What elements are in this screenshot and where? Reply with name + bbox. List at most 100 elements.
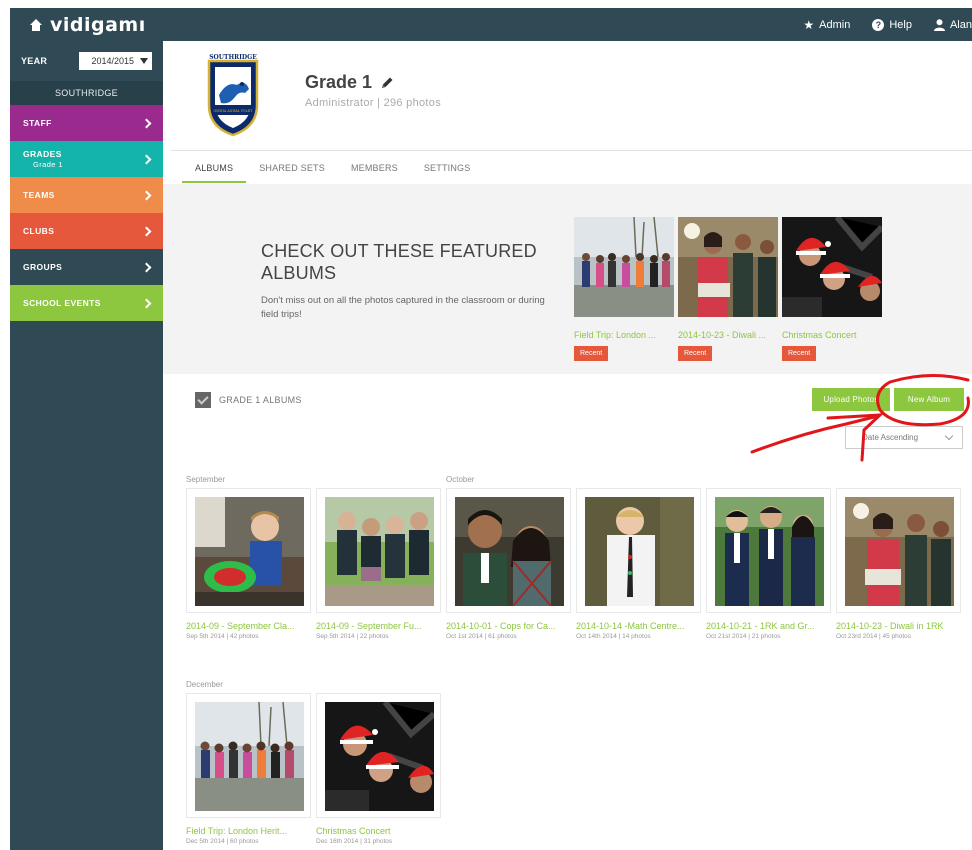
school-crest-logo: OMNIA ANIMA VOLET SOUTHRIDGE	[207, 54, 259, 137]
tab-bar: ALBUMS SHARED SETS MEMBERS SETTINGS	[182, 158, 483, 183]
album-card[interactable]: Field Trip: London Herit... Dec 5th 2014…	[186, 693, 311, 845]
album-card[interactable]: 2014-10-01 - Cops for Ca... Oct 1st 2014…	[446, 488, 571, 640]
album-thumbnail[interactable]	[325, 700, 436, 811]
sidebar-item-sublabel: Grade 1	[33, 160, 63, 169]
featured-thumbnail[interactable]	[782, 215, 885, 317]
sidebar-item-school-events[interactable]: SCHOOL EVENTS	[10, 285, 163, 321]
album-thumbnail[interactable]	[195, 701, 304, 811]
album-meta: Dec 5th 2014 | 60 photos	[186, 838, 259, 845]
sidebar-item-label-group: GRADES Grade 1	[23, 149, 63, 169]
chevron-right-icon	[141, 118, 152, 128]
tab-members[interactable]: MEMBERS	[338, 158, 411, 183]
album-meta: Sep 5th 2014 | 42 photos	[186, 633, 259, 640]
album-card[interactable]: 2014-10-14 -Math Centre... Oct 14th 2014…	[576, 488, 701, 640]
select-all-checkbox[interactable]	[195, 392, 211, 408]
album-frame[interactable]	[186, 693, 311, 818]
featured-thumbnail[interactable]	[678, 217, 778, 317]
brand[interactable]: vidigamı	[30, 14, 146, 36]
year-select[interactable]: 2014/2015	[79, 52, 152, 70]
album-card[interactable]: 2014-09 - September Cla... Sep 5th 2014 …	[186, 488, 311, 640]
top-nav: ★ Admin ? Help Alan	[803, 8, 972, 41]
album-name[interactable]: 2014-09 - September Fu...	[316, 621, 441, 631]
featured-card[interactable]: Field Trip: London ... Recent	[574, 216, 674, 361]
header-divider	[171, 150, 972, 151]
sort-value: Date Ascending	[862, 433, 919, 442]
album-name[interactable]: 2014-09 - September Cla...	[186, 621, 311, 631]
albums-header: GRADE 1 ALBUMS	[195, 392, 302, 408]
featured-caption[interactable]: 2014-10-23 - Diwali ...	[678, 330, 778, 340]
album-frame[interactable]	[446, 488, 571, 613]
album-card[interactable]: 2014-09 - September Fu... Sep 5th 2014 |…	[316, 488, 441, 640]
tab-albums[interactable]: ALBUMS	[182, 158, 247, 183]
admin-label: Admin	[819, 18, 851, 31]
top-bar: vidigamı ★ Admin ? Help Alan	[10, 8, 972, 41]
album-name[interactable]: 2014-10-21 - 1RK and Gr...	[706, 621, 831, 631]
album-card[interactable]: 2014-10-21 - 1RK and Gr... Oct 21st 2014…	[706, 488, 831, 640]
sidebar-item-staff[interactable]: STAFF	[10, 105, 163, 141]
album-frame[interactable]	[316, 488, 441, 613]
featured-caption[interactable]: Field Trip: London ...	[574, 330, 674, 340]
chevron-right-icon	[141, 190, 152, 200]
year-label: YEAR	[21, 56, 48, 66]
month-heading: September	[186, 475, 226, 484]
album-card[interactable]: 2014-10-23 - Diwali in 1RK Oct 23rd 2014…	[836, 488, 961, 640]
page-title: Grade 1	[305, 72, 394, 93]
sidebar-item-label: STAFF	[23, 118, 52, 128]
album-frame[interactable]	[576, 488, 701, 613]
page-subtitle: Administrator | 296 photos	[305, 97, 442, 109]
year-value: 2014/2015	[91, 56, 134, 66]
user-icon	[933, 18, 945, 31]
album-thumbnail[interactable]	[715, 497, 824, 606]
featured-description: Don't miss out on all the photos capture…	[261, 295, 545, 320]
album-meta: Oct 21st 2014 | 21 photos	[706, 633, 781, 640]
album-frame[interactable]	[316, 693, 441, 818]
featured-thumbnail[interactable]	[574, 216, 674, 317]
album-name[interactable]: 2014-10-14 -Math Centre...	[576, 621, 701, 631]
caret-down-icon	[140, 58, 148, 64]
pencil-icon[interactable]	[380, 76, 394, 90]
albums-heading: GRADE 1 ALBUMS	[219, 395, 302, 405]
sidebar-item-label: GROUPS	[23, 262, 63, 272]
album-frame[interactable]	[186, 488, 311, 613]
album-thumbnail[interactable]	[845, 497, 954, 606]
new-album-button[interactable]: New Album	[894, 388, 964, 411]
brand-logo: vidigamı	[50, 14, 146, 36]
chevron-right-icon	[141, 226, 152, 236]
featured-caption[interactable]: Christmas Concert	[782, 330, 882, 340]
album-thumbnail[interactable]	[195, 497, 304, 606]
album-frame[interactable]	[706, 488, 831, 613]
album-thumbnail[interactable]	[455, 497, 564, 607]
tab-shared-sets[interactable]: SHARED SETS	[246, 158, 338, 183]
album-frame[interactable]	[836, 488, 961, 613]
album-meta: Sep 5th 2014 | 22 photos	[316, 633, 389, 640]
month-heading: October	[446, 475, 475, 484]
sidebar-item-grades[interactable]: GRADES Grade 1	[10, 141, 163, 177]
album-name[interactable]: Christmas Concert	[316, 826, 441, 836]
upload-photos-button[interactable]: Upload Photos	[812, 388, 890, 411]
sidebar-item-label: TEAMS	[23, 190, 55, 200]
album-thumbnail[interactable]	[325, 497, 434, 606]
grade-title-text: Grade 1	[305, 72, 373, 92]
sidebar-item-groups[interactable]: GROUPS	[10, 249, 163, 285]
month-heading: December	[186, 680, 223, 689]
album-thumbnail[interactable]	[585, 497, 694, 606]
chevron-right-icon	[141, 262, 152, 272]
album-name[interactable]: 2014-10-01 - Cops for Ca...	[446, 621, 571, 631]
crest-motto: OMNIA ANIMA VOLET	[214, 109, 254, 113]
admin-link[interactable]: ★ Admin	[803, 18, 850, 32]
album-name[interactable]: Field Trip: London Herit...	[186, 826, 311, 836]
help-link[interactable]: ? Help	[872, 18, 912, 31]
user-name: Alan	[949, 18, 972, 31]
album-card[interactable]: Christmas Concert Dec 16th 2014 | 31 pho…	[316, 693, 441, 845]
user-menu[interactable]: Alan	[933, 18, 972, 31]
sidebar-item-label: GRADES	[23, 149, 62, 159]
album-meta: Oct 23rd 2014 | 45 photos	[836, 633, 912, 640]
album-name[interactable]: 2014-10-23 - Diwali in 1RK	[836, 621, 961, 631]
sidebar-item-clubs[interactable]: CLUBS	[10, 213, 163, 249]
featured-card[interactable]: Christmas Concert Recent	[782, 215, 885, 361]
sort-select[interactable]: Date Ascending	[845, 426, 963, 449]
sidebar-item-teams[interactable]: TEAMS	[10, 177, 163, 213]
tab-settings[interactable]: SETTINGS	[411, 158, 484, 183]
recent-badge: Recent	[574, 346, 609, 361]
featured-card[interactable]: 2014-10-23 - Diwali ... Recent	[678, 217, 778, 361]
